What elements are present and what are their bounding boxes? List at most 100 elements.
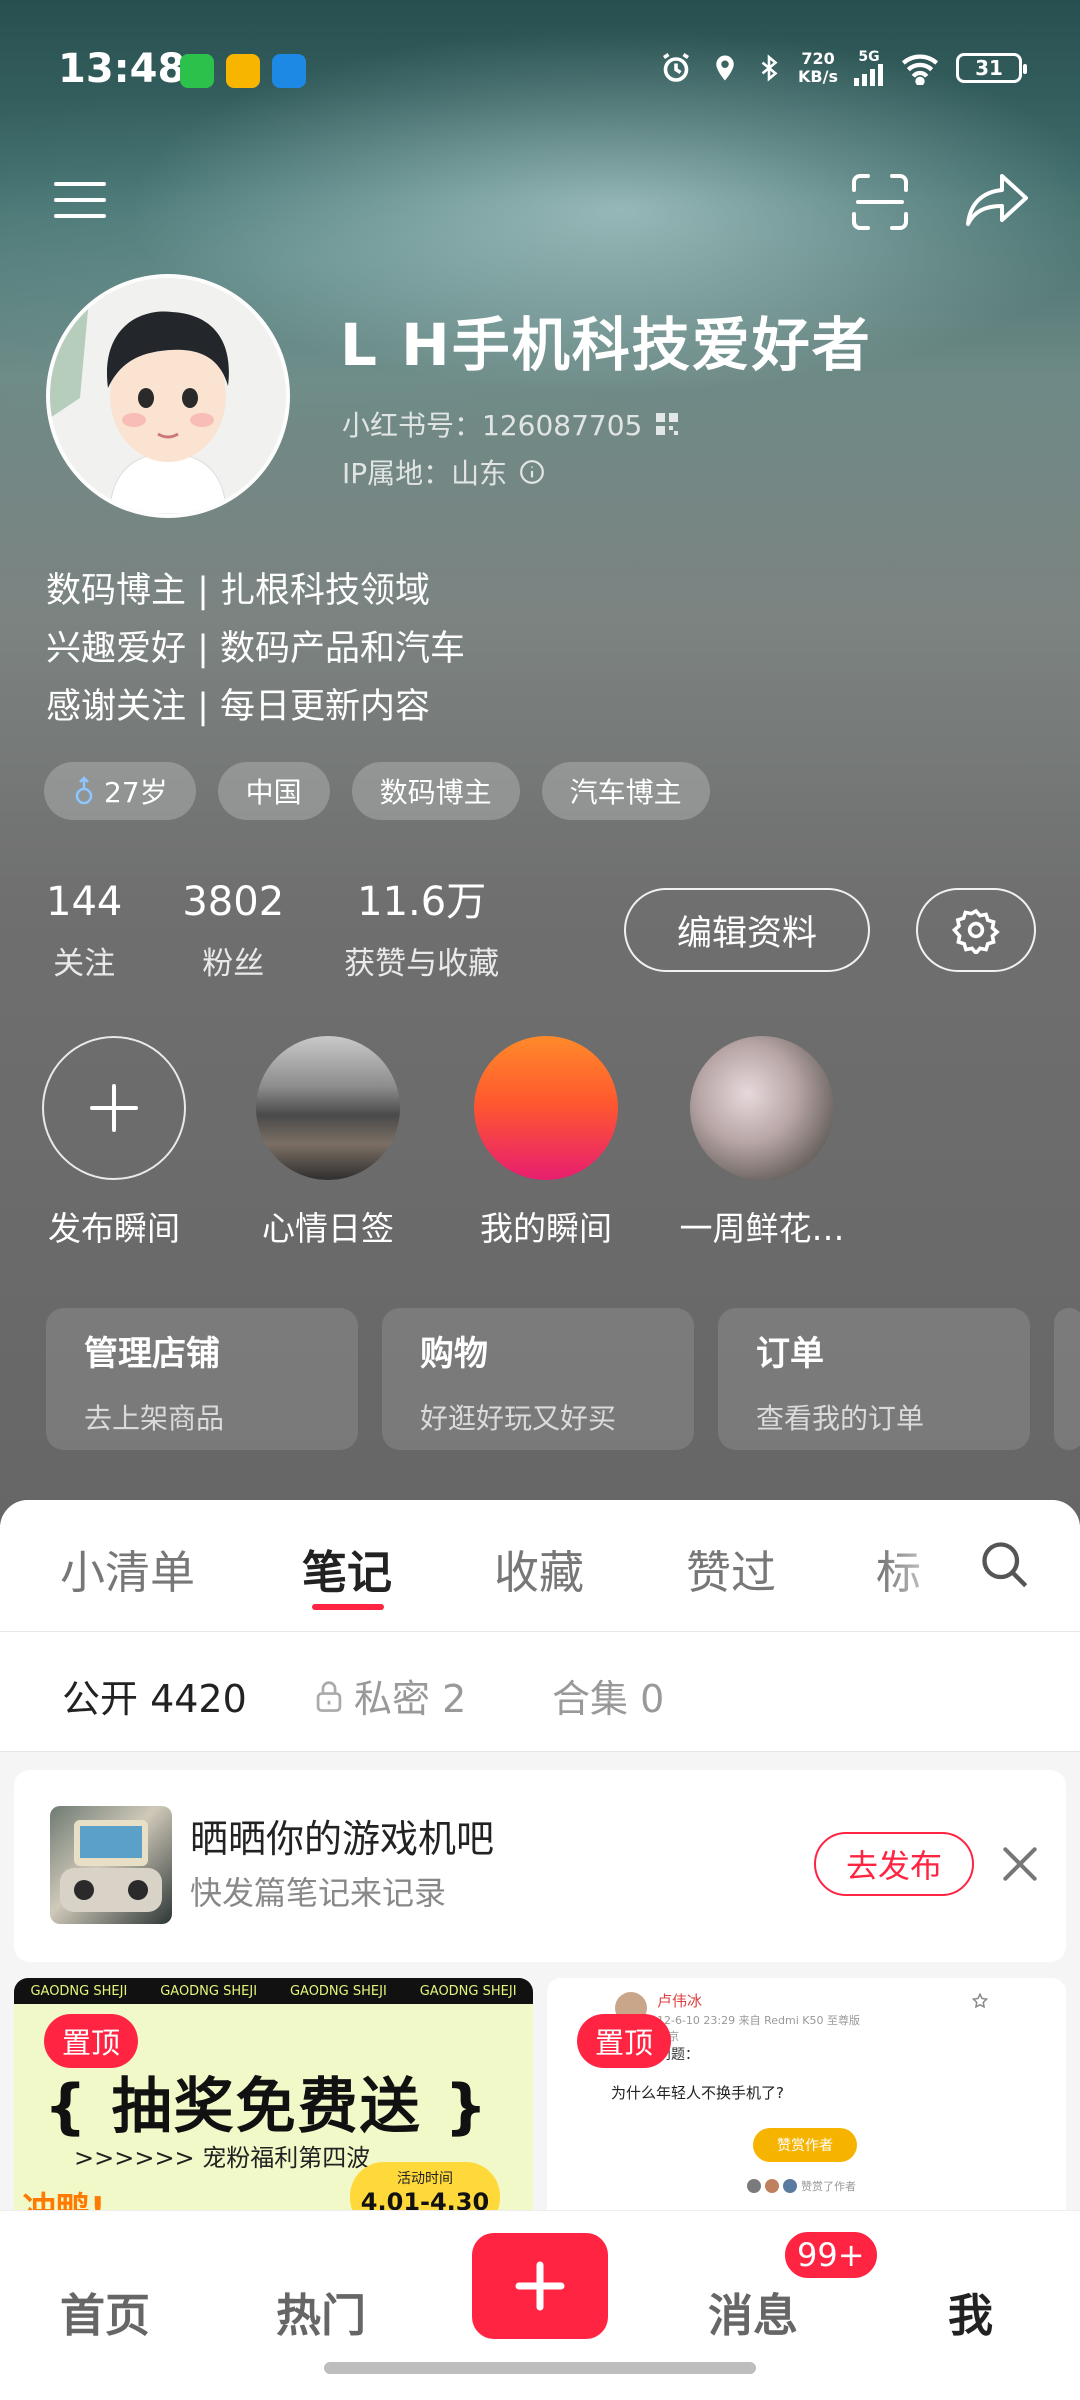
menu-icon[interactable] [50,170,110,230]
wechat-icon [180,54,214,88]
reward-avatar [765,2179,779,2193]
stat-likes[interactable]: 11.6万 获赞与收藏 [344,878,499,983]
nav-me[interactable]: 我 [948,2279,993,2344]
notes-feed: 置顶 GAODNG SHEJI GAODNG SHEJI GAODNG SHEJ… [14,1978,1066,2238]
scan-icon[interactable] [848,170,912,234]
reward-button: 赞赏作者 [753,2128,857,2162]
filter-label: 合集 0 [552,1677,665,1721]
filter-label: 公开 4420 [62,1677,247,1721]
note-card[interactable]: 置顶 GAODNG SHEJI GAODNG SHEJI GAODNG SHEJ… [14,1978,533,2238]
tag-label: 数码博主 [379,776,492,809]
pinned-badge: 置顶 [44,2014,139,2068]
net-speed-unit: KB/s [798,67,838,86]
game-console-image [60,1820,162,1912]
note-card[interactable]: 置顶 卢伟冰 12-6-10 23:29 来自 Redmi K50 至尊版 北京… [547,1978,1066,2238]
tab-list[interactable]: 小清单 [60,1536,195,1601]
nav-home[interactable]: 首页 [60,2279,150,2344]
moment-circle [42,1036,186,1180]
tab-notes[interactable]: 笔记 [302,1536,392,1601]
tag-label: 中国 [245,776,302,809]
net-speed-value: 720 [801,49,835,68]
cell-signal: 5G [854,50,884,86]
profile-id: 小红书号：126087705 [342,404,680,444]
moment-thumbnail [690,1036,834,1180]
bio-line: 感谢关注 | 每日更新内容 [46,687,431,727]
reward-avatar [783,2179,797,2193]
promo-subtitle: 快发篇笔记来记录 [190,1874,447,1912]
card-subtitle: 查看我的订单 [756,1402,925,1435]
gear-icon [952,908,1000,954]
card-subtitle: 好逛好玩又好买 [420,1402,617,1435]
tag-label: 汽车博主 [569,776,682,809]
moment-flowers[interactable]: 一周鲜花… [662,1036,862,1250]
alarm-icon [663,53,690,82]
card-subtitle: 去上架商品 [84,1402,225,1435]
card-title: 订单 [756,1334,824,1374]
tab-favorites[interactable]: 收藏 [494,1536,584,1601]
stat-value: 11.6万 [357,879,487,925]
profile-stats: 144 关注 3802 粉丝 11.6万 获赞与收藏 [46,878,499,983]
bio-line: 数码博主 | 扎根科技领域 [46,571,431,611]
card-shopping[interactable]: 购物 好逛好玩又好买 [382,1308,694,1450]
profile-bio: 数码博主 | 扎根科技领域 兴趣爱好 | 数码产品和汽车 感谢关注 | 每日更新… [46,562,465,736]
info-icon[interactable] [519,459,545,485]
stat-followers[interactable]: 3802 粉丝 [182,878,284,983]
profile-id-label: 小红书号：126087705 [342,409,643,442]
signal-icon [854,64,883,86]
note-source: 来自 Redmi K50 至尊版 [738,2014,861,2027]
moment-thumbnail [256,1036,400,1180]
location-icon [716,55,734,81]
plus-icon [515,2261,565,2311]
search-icon[interactable] [978,1538,1030,1590]
moment-label: 发布瞬间 [48,1209,180,1248]
profile-nickname: L H手机科技爱好者 [340,311,872,379]
moment-label: 一周鲜花… [679,1209,845,1248]
promo-thumbnail [50,1806,172,1924]
card-manage-shop[interactable]: 管理店铺 去上架商品 [46,1308,358,1450]
filter-label: 私密 2 [354,1677,467,1721]
moment-thumbnail [474,1036,618,1180]
wifi-icon [901,54,939,85]
nav-hot[interactable]: 热门 [276,2279,366,2344]
moment-label: 心情日签 [262,1209,394,1248]
note-filters: 公开 4420 私密 2 合集 0 [0,1632,1080,1752]
moment-mood[interactable]: 心情日签 [228,1036,428,1250]
filter-collections[interactable]: 合集 0 [552,1668,664,1723]
filter-public[interactable]: 公开 4420 [62,1668,247,1723]
message-badge: 99+ [782,2229,880,2281]
note-meta: 12-6-10 23:29 来自 Redmi K50 至尊版 [657,2012,860,2028]
lock-icon [316,1680,342,1712]
filter-private[interactable]: 私密 2 [314,1668,466,1723]
settings-button[interactable] [916,888,1036,972]
promo-publish-button[interactable]: 去发布 [814,1832,974,1896]
stat-following[interactable]: 144 关注 [46,878,122,983]
tag-region: 中国 [217,762,330,820]
card-title: 管理店铺 [84,1334,220,1374]
service-cards: 管理店铺 去上架商品 购物 好逛好玩又好买 订单 查看我的订单 [46,1308,1080,1450]
tag-label: 27岁 [104,776,168,809]
share-icon[interactable] [962,168,1032,232]
avatar[interactable] [46,274,290,518]
publish-button[interactable] [472,2233,608,2339]
reward-label: 赞赏作者 [777,2138,833,2154]
nav-messages[interactable]: 消息 [708,2279,798,2344]
headline-text: 抽奖免费送 [111,2072,422,2142]
promo-card[interactable]: 晒晒你的游戏机吧 快发篇笔记来记录 去发布 [14,1770,1066,1962]
signal-type: 5G [858,49,880,65]
moment-mine[interactable]: 我的瞬间 [446,1036,646,1250]
weibo-icon [226,54,260,88]
note-author: 卢伟冰 [657,1992,703,2010]
stat-label: 关注 [53,946,116,982]
close-icon[interactable] [998,1842,1042,1886]
date-label: 活动时间 [397,2171,453,2187]
tab-liked[interactable]: 赞过 [686,1536,776,1601]
card-orders[interactable]: 订单 查看我的订单 [718,1308,1030,1450]
qrcode-icon[interactable] [654,411,680,437]
star-icon [971,1992,989,2009]
banner-text: GAODNG SHEJI [160,1983,258,1999]
status-bar: 13:48 720 KB/s 5G 31 [58,40,1027,100]
moment-publish[interactable]: 发布瞬间 [14,1036,214,1250]
banner-text: GAODNG SHEJI [419,1983,517,1999]
status-time: 13:48 [58,46,186,92]
edit-profile-button[interactable]: 编辑资料 [624,888,870,972]
